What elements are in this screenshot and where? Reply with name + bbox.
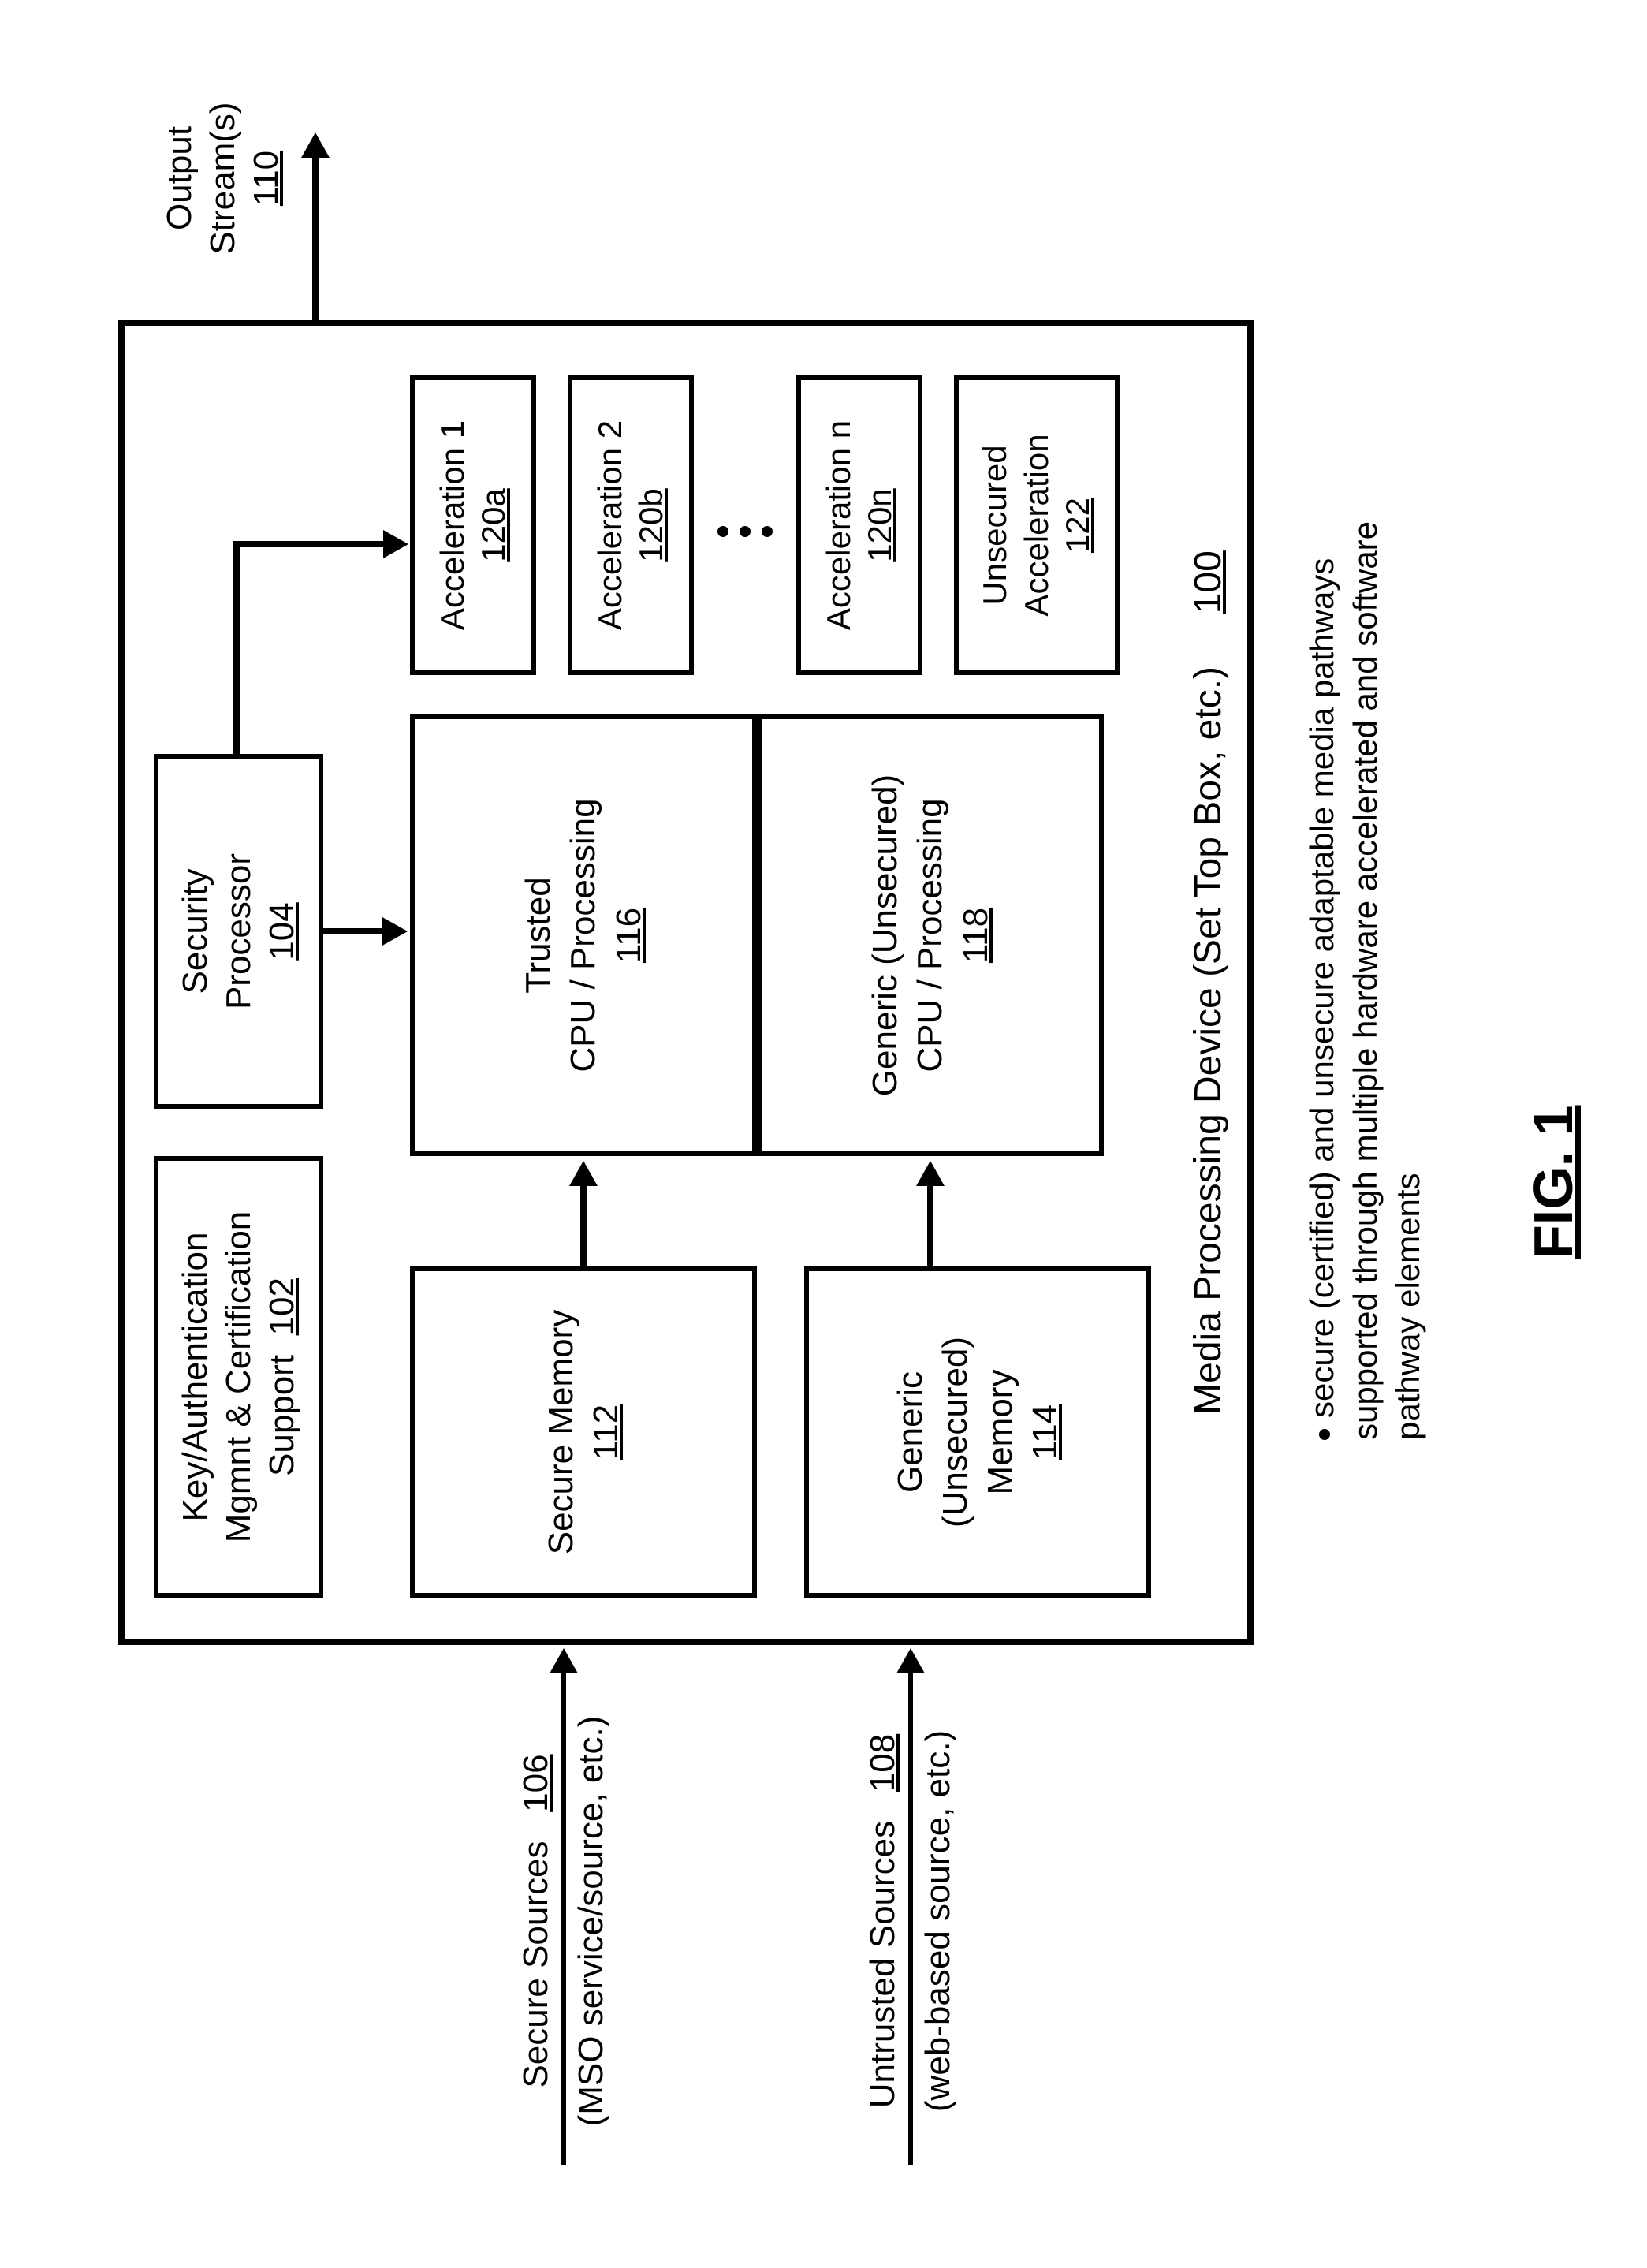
accel2-label: Acceleration 2 [590,420,632,630]
secproc-line2: Processor [217,853,260,1009]
trusted-cpu-ref: 116 [606,908,651,963]
accel1-label: Acceleration 1 [432,420,474,630]
key-auth-box: Key/Authentication Mgmnt & Certification… [154,1156,323,1598]
accel2-ref: 120b [631,488,673,561]
device-label: Media Processing Device (Set Top Box, et… [1187,320,1230,1645]
arrow-secproc-to-trusted [323,928,386,934]
generic-memory-ref: 114 [1023,1404,1068,1460]
secproc-line1: Security [173,869,217,994]
acceln-label: Acceleration n [818,420,860,630]
footnote-text: secure (certified) and unsecure adaptabl… [1303,521,1426,1440]
arrowhead-untrusted-sources-in [896,1648,925,1673]
untrusted-sources-sub: (web-based source, etc.) [919,1684,958,2158]
untrusted-sources-rule [908,1669,913,2165]
secure-memory-ref: 112 [583,1404,628,1460]
generic-cpu-box: Generic (Unsecured) CPU / Processing 118 [757,714,1104,1156]
generic-cpu-line1: Generic (Unsecured) [863,774,907,1096]
trusted-cpu-line1: Trusted [516,877,561,994]
unsec-accel-line2: Acceleration [1016,434,1058,616]
secure-sources-label: Secure Sources 106 [516,1684,556,2158]
arrow-secproc-right-v [233,541,387,547]
generic-memory-line3: Memory [978,1370,1023,1495]
footnote-bullet: secure (certified) and unsecure adaptabl… [1301,509,1430,1440]
arrow-genmem-to-gencpu [927,1184,933,1266]
generic-cpu-line2: CPU / Processing [907,798,952,1072]
acceln-ref: 120n [859,488,901,561]
acceln-box: Acceleration n 120n [796,375,922,675]
secure-memory-box: Secure Memory 112 [410,1266,757,1598]
key-auth-line1: Key/Authentication [173,1233,217,1522]
arrowhead-genmem-to-gencpu [916,1161,945,1186]
output-line1: Output [158,60,201,297]
trusted-cpu-line2: CPU / Processing [561,798,606,1072]
arrowhead-secmem-to-trusted [569,1161,598,1186]
untrusted-sources-label: Untrusted Sources 108 [863,1684,903,2158]
generic-cpu-ref: 118 [953,908,998,963]
unsec-accel-box: Unsecured Acceleration 122 [954,375,1120,675]
unsec-accel-line1: Unsecured [974,445,1016,605]
trusted-cpu-box: Trusted CPU / Processing 116 [410,714,757,1156]
accel-ellipsis [710,526,781,537]
output-label: Output Stream(s) 110 [158,60,288,297]
figure-label: FIG. 1 [1522,1106,1585,1259]
generic-memory-line1: Generic [888,1371,933,1493]
generic-memory-line2: (Unsecured) [933,1337,978,1528]
output-line2: Stream(s) [201,60,244,297]
secproc-ref: 104 [260,902,304,960]
arrowhead-secproc-to-trusted [382,917,408,946]
unsec-accel-ref: 122 [1057,498,1099,553]
arrow-secmem-to-trusted [580,1184,587,1266]
generic-memory-box: Generic (Unsecured) Memory 114 [804,1266,1151,1598]
arrow-output-h [312,155,319,320]
secure-memory-line1: Secure Memory [538,1310,583,1555]
accel1-box: Acceleration 1 120a [410,375,536,675]
device-ref: 100 [1187,550,1229,614]
security-processor-box: Security Processor 104 [154,754,323,1109]
device-label-text: Media Processing Device (Set Top Box, et… [1187,666,1229,1415]
key-auth-line3: Support 102 [260,1278,304,1476]
arrowhead-secure-sources-in [550,1648,578,1673]
secure-sources-rule [561,1669,566,2165]
accel2-box: Acceleration 2 120b [568,375,694,675]
accel1-ref: 120a [473,488,515,561]
key-auth-line2: Mgmnt & Certification [217,1211,260,1543]
output-ref: 110 [244,60,288,297]
secure-sources-sub: (MSO service/source, etc.) [572,1684,611,2158]
arrowhead-secproc-to-accel [383,530,408,558]
arrowhead-output [301,132,330,158]
bullet-dot-icon [1319,1429,1330,1440]
arrow-secproc-right-h [233,541,240,754]
